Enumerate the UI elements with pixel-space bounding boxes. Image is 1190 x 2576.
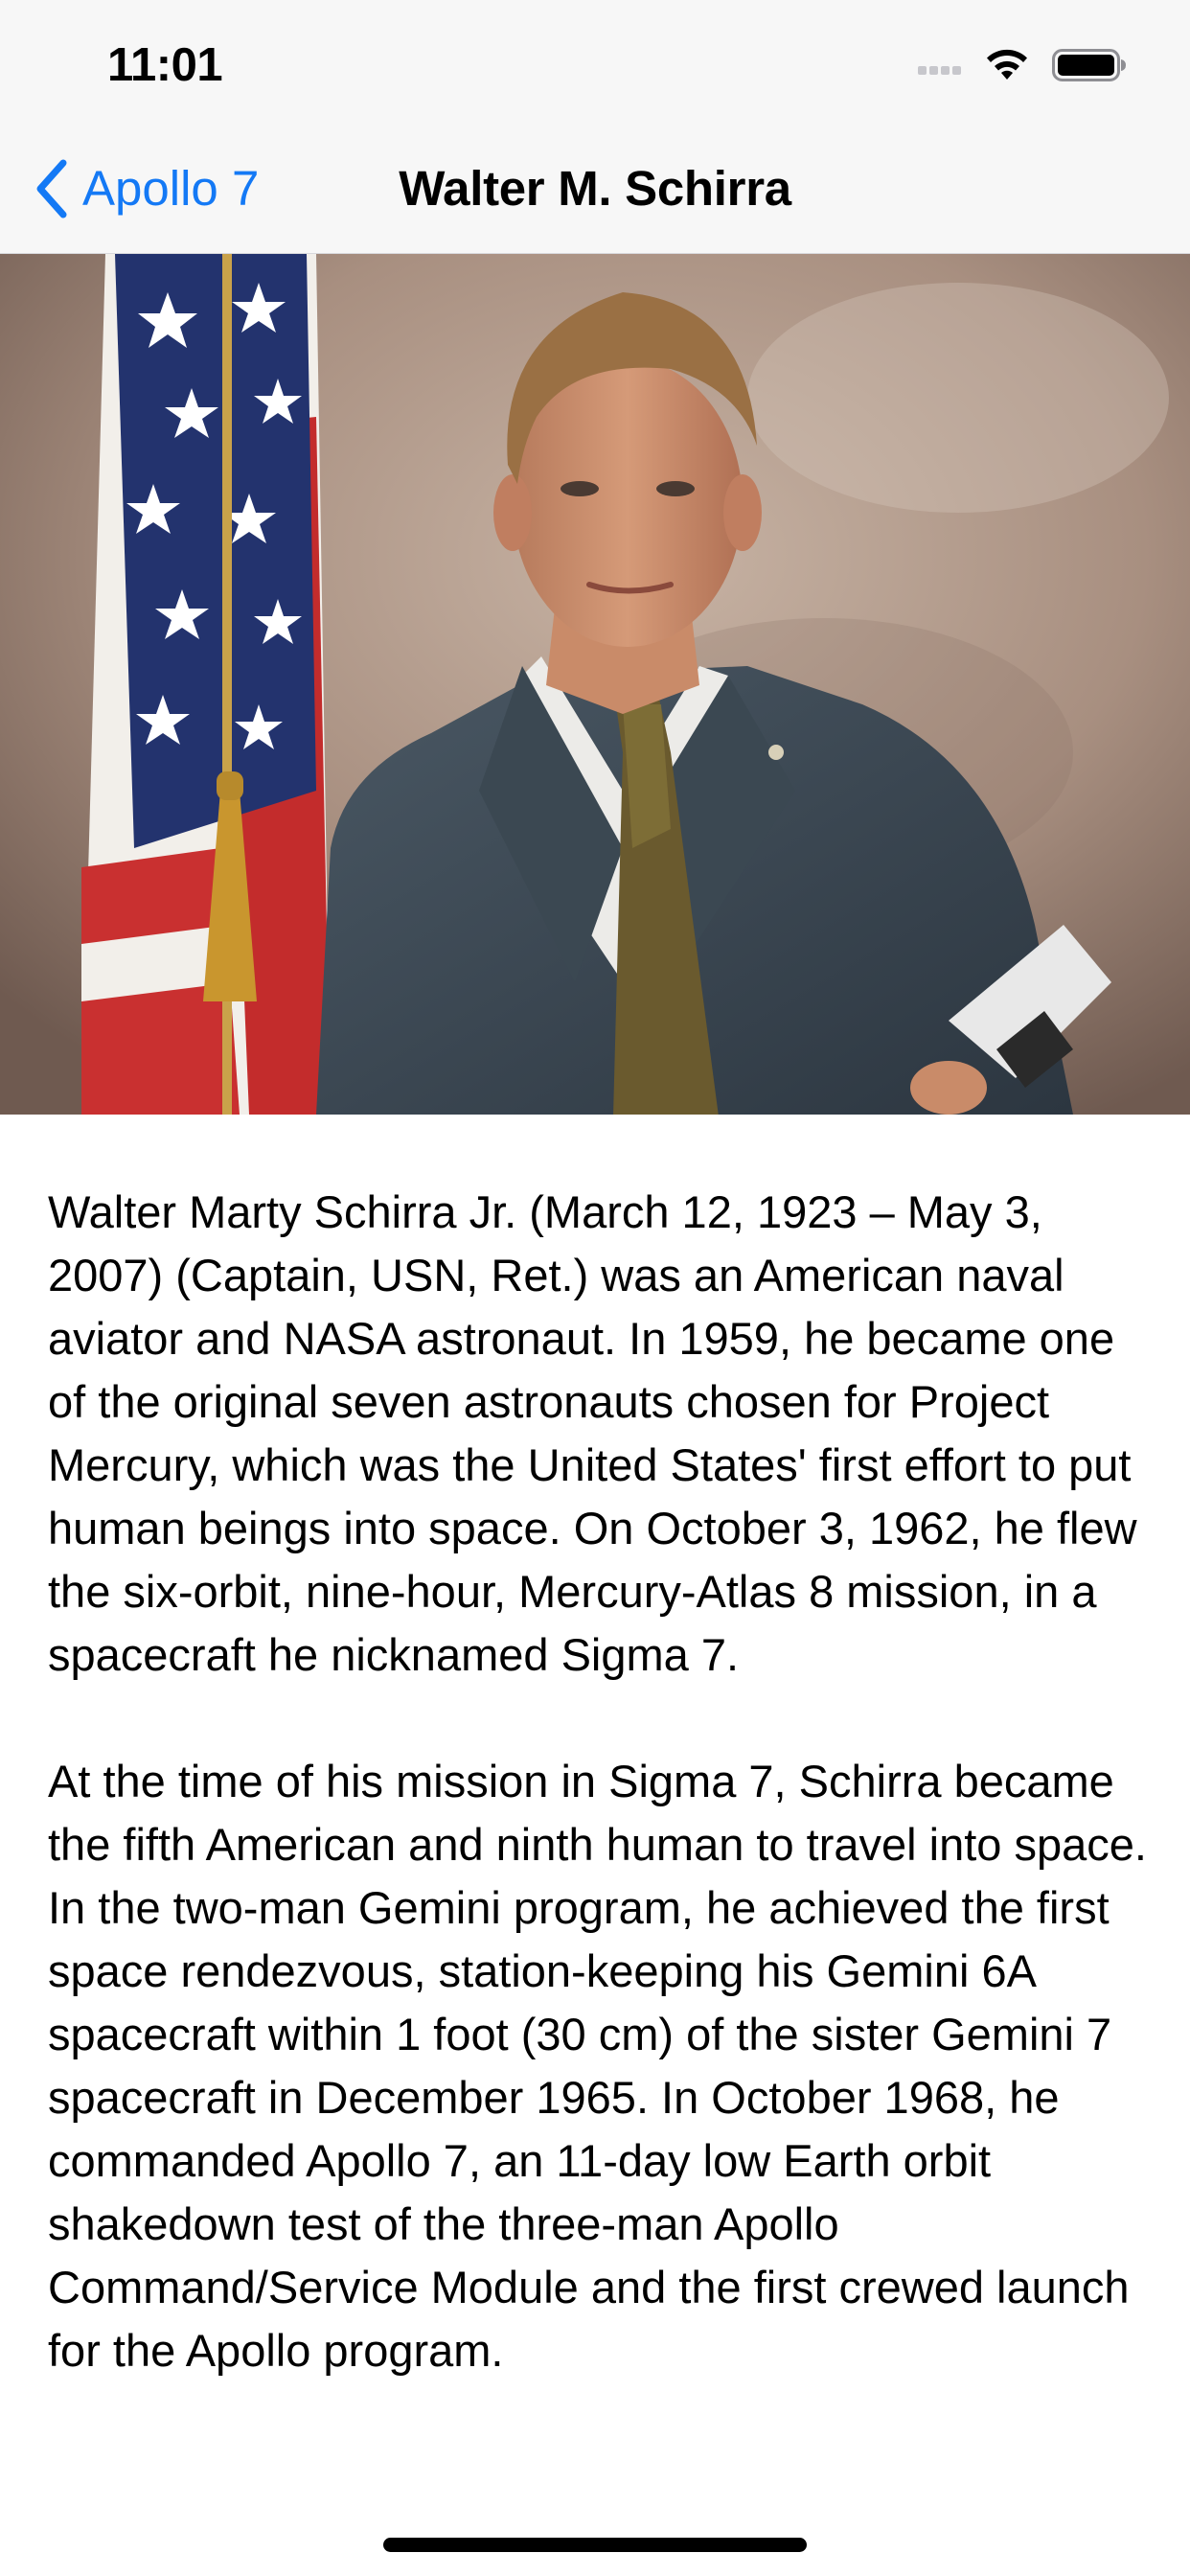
bio-paragraph: At the time of his mission in Sigma 7, S… — [48, 1756, 1147, 2376]
status-icons — [918, 42, 1127, 88]
home-indicator[interactable] — [383, 2538, 807, 2552]
navigation-header: 11:01 Apollo 7 Walter M. Schirra — [0, 0, 1190, 254]
page-title: Walter M. Schirra — [399, 161, 791, 216]
astronaut-portrait — [0, 254, 1190, 1115]
battery-icon — [1052, 49, 1126, 81]
detail-screen: 11:01 Apollo 7 Walter M. Schirra Walter … — [0, 0, 1190, 2576]
biography-text: Walter Marty Schirra Jr. (March 12, 1923… — [48, 1181, 1159, 2382]
cellular-signal-icon — [918, 56, 964, 75]
bio-paragraph: Walter Marty Schirra Jr. (March 12, 1923… — [48, 1186, 1137, 1680]
status-time: 11:01 — [107, 39, 223, 91]
wifi-icon — [987, 49, 1027, 80]
